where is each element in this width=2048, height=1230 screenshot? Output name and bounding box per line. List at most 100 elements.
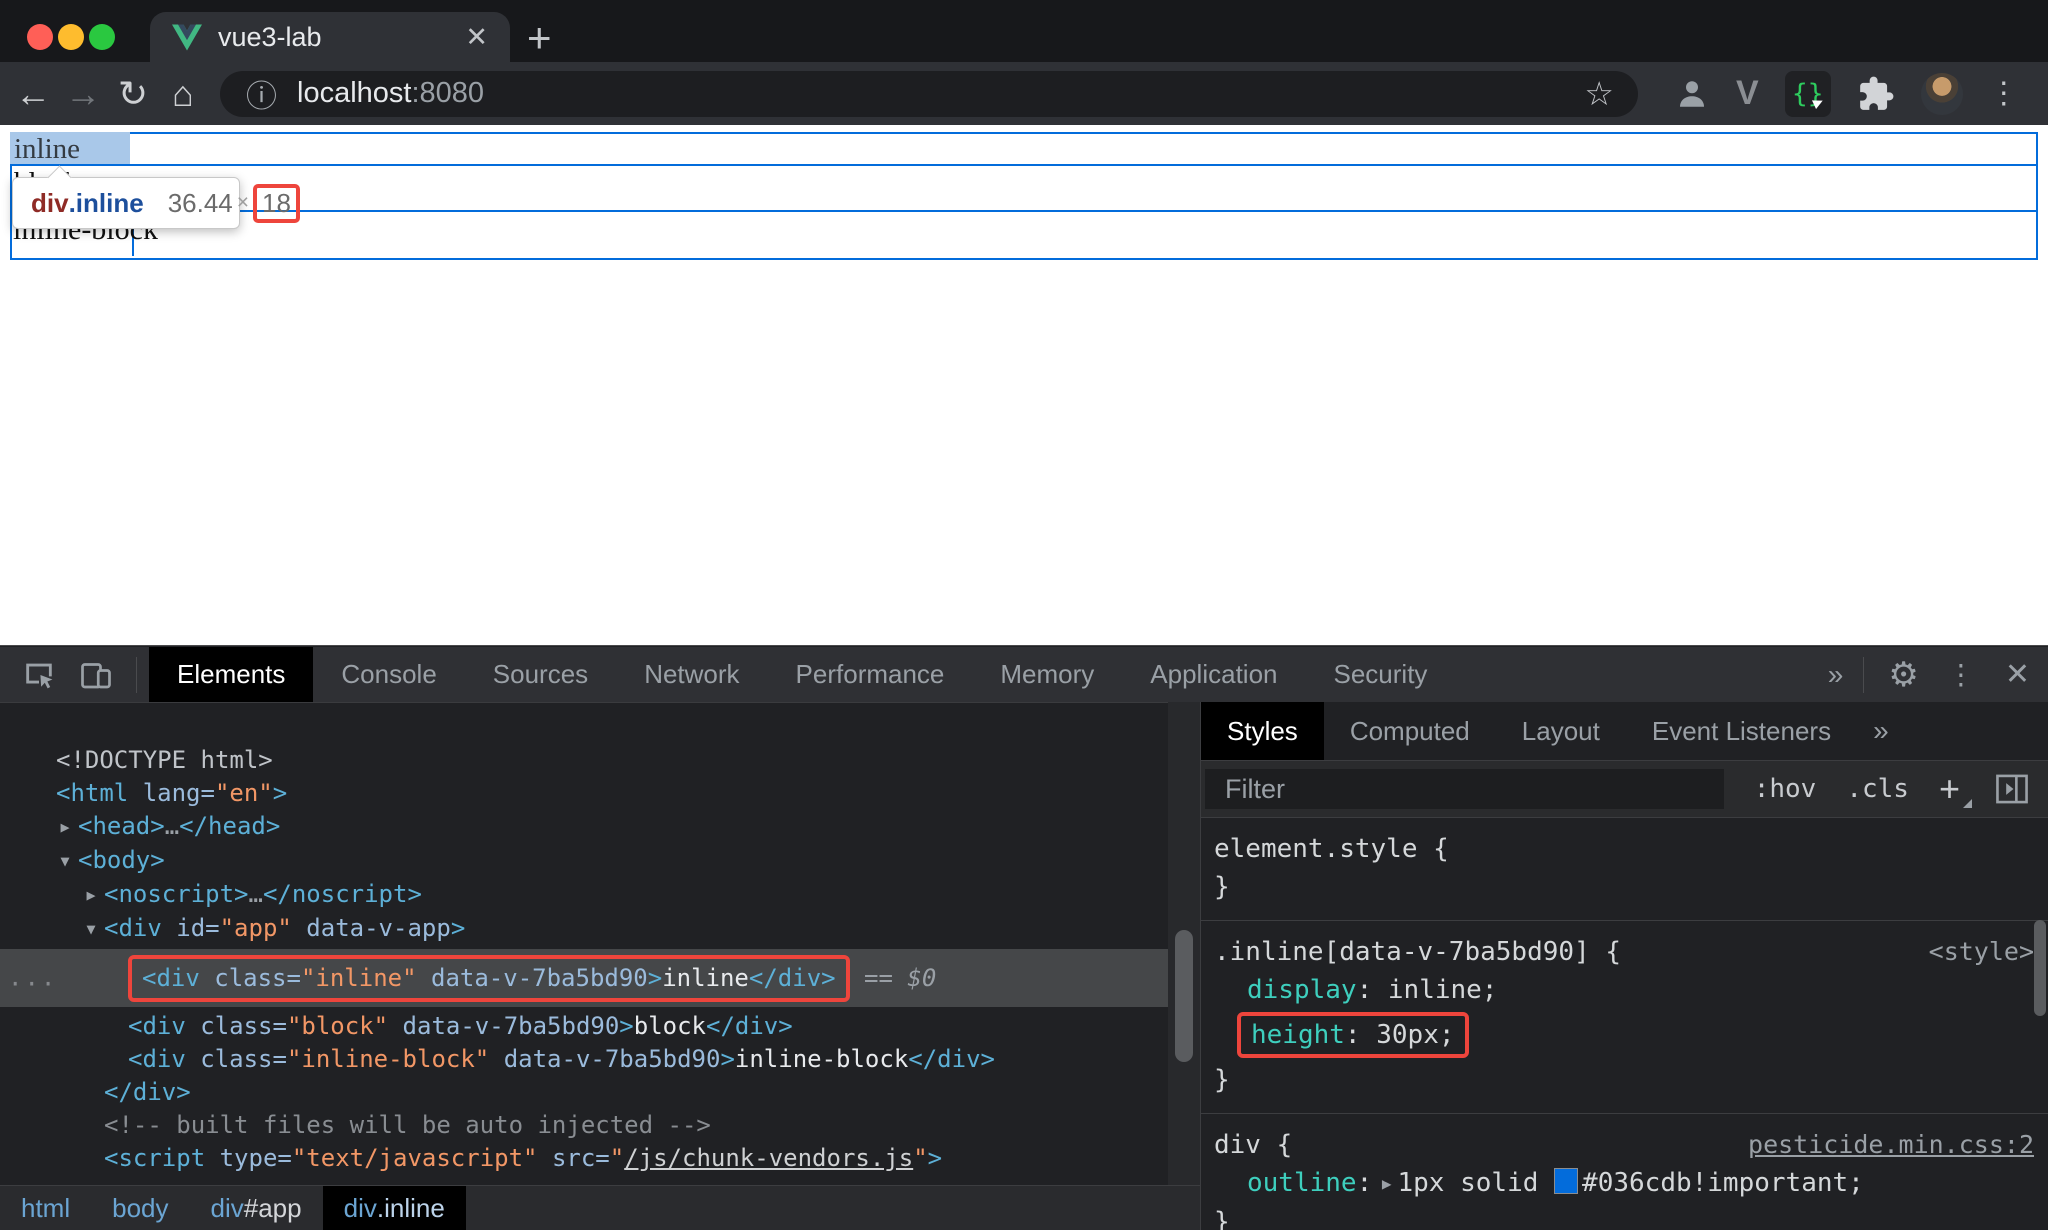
css-property[interactable]: outline: ▶ 1px solid #036cdb!important; [1214, 1164, 2048, 1203]
elements-scrollbar[interactable] [1168, 702, 1200, 1186]
browser-tab[interactable]: vue3-lab ✕ [150, 12, 510, 62]
css-property[interactable]: display: inline; [1214, 971, 2048, 1009]
tree-row[interactable]: </div> [0, 1076, 1168, 1109]
tree-row[interactable]: <html lang="en"> [0, 777, 1168, 810]
disclosure-arrow-icon[interactable]: ▼ [52, 845, 78, 878]
braces-extension-icon[interactable]: {} ▶ [1784, 70, 1831, 117]
style-rule[interactable]: element.style {} [1201, 818, 2048, 921]
tree-row[interactable]: ▶ <head>…</head> [0, 810, 1168, 844]
inline-div-text[interactable]: inline [14, 133, 80, 166]
tree-row[interactable]: ▼ <body> [0, 844, 1168, 878]
tree-row[interactable]: <!DOCTYPE html> [0, 744, 1168, 777]
sidebar-more-icon[interactable]: » [1857, 702, 1905, 760]
stylesheet-link[interactable]: pesticide.min.css:2 [1748, 1130, 2034, 1159]
filter-placeholder: Filter [1225, 773, 1285, 804]
reload-icon[interactable]: ↻ [108, 73, 158, 115]
rule-selector: element.style { [1214, 834, 1449, 864]
traffic-minimize-button[interactable] [58, 24, 84, 50]
devtools: Elements Console Sources Network Performance… [0, 645, 2048, 1230]
disclosure-arrow-icon[interactable]: ▶ [78, 879, 104, 912]
node-options-ellipsis[interactable]: ... [8, 962, 57, 995]
devtools-tab-network[interactable]: Network [616, 647, 767, 702]
pesticide-outline-box [10, 132, 2038, 260]
browser-menu-icon[interactable]: ⋮ [1989, 76, 2019, 111]
devtools-tab-security[interactable]: Security [1306, 647, 1456, 702]
toolbar-divider [136, 656, 137, 693]
page-viewport: inline block inline-block div.inline 36.… [0, 125, 2048, 645]
breadcrumb: html body div #app div .inline [0, 1185, 1200, 1230]
sidebar-tab-styles[interactable]: Styles [1201, 702, 1324, 760]
tooltip-height-annotated: 18 [253, 183, 300, 223]
tooltip-class: .inline [68, 187, 144, 218]
styles-filter-row: Filter :hov .cls + [1201, 761, 2048, 818]
sidebar-tab-layout[interactable]: Layout [1496, 702, 1626, 760]
url-port: :8080 [411, 77, 485, 109]
devtools-tab-console[interactable]: Console [313, 647, 464, 702]
bookmark-star-icon[interactable]: ☆ [1584, 74, 1614, 113]
settings-gear-icon[interactable]: ⚙ [1888, 655, 1918, 695]
styles-sidebar: Styles Computed Layout Event Listeners» Fil… [1200, 702, 2048, 1230]
site-info-icon[interactable]: ⓘ [246, 71, 277, 116]
stylesheet-origin: <style> [1928, 937, 2034, 966]
titlebar: vue3-lab ✕ + [0, 0, 2048, 62]
breadcrumb-item[interactable]: div #app [190, 1186, 323, 1230]
home-icon[interactable]: ⌂ [158, 73, 208, 115]
browser-toolbar: ← → ↻ ⌂ ⓘ localhost:8080 ☆ V {} ▶ ⋮ [0, 62, 2048, 125]
devtools-menu-icon[interactable]: ⋮ [1947, 658, 1975, 691]
devtools-tab-memory[interactable]: Memory [972, 647, 1122, 702]
breadcrumb-item[interactable]: div .inline [322, 1186, 466, 1230]
styles-filter-input[interactable]: Filter [1205, 769, 1724, 809]
more-panels-icon[interactable]: » [1808, 659, 1864, 691]
disclosure-arrow-icon[interactable]: ▼ [78, 913, 104, 946]
inspect-element-icon[interactable] [22, 658, 56, 692]
expand-shorthand-icon[interactable]: ▶ [1372, 1174, 1397, 1193]
scrollbar-thumb[interactable] [1175, 930, 1193, 1062]
tab-title: vue3-lab [218, 21, 322, 52]
devtools-tab-elements[interactable]: Elements [149, 647, 314, 702]
style-rule[interactable]: div {pesticide.min.css:2 outline: ▶ 1px so… [1201, 1114, 2048, 1230]
device-toolbar-icon[interactable] [78, 657, 114, 693]
rule-close-brace: } [1214, 1207, 1230, 1230]
css-property[interactable]: height: 30px; [1214, 1009, 2048, 1061]
breadcrumb-item[interactable]: html [0, 1186, 91, 1230]
tree-row[interactable]: <div class="inline-block" data-v-7ba5bd9… [0, 1043, 1168, 1076]
sidebar-tab-event-listeners[interactable]: Event Listeners [1626, 702, 1857, 760]
disclosure-arrow-icon[interactable]: ▶ [52, 811, 78, 844]
vue-devtools-icon[interactable]: V [1736, 74, 1759, 113]
toggle-hover-state-button[interactable]: :hov [1754, 774, 1817, 804]
style-rules: element.style {} .inline[data-v-7ba5bd90]… [1201, 818, 2048, 1230]
breadcrumb-item[interactable]: body [91, 1186, 189, 1230]
devtools-tab-sources[interactable]: Sources [465, 647, 616, 702]
profile-avatar[interactable] [1920, 72, 1963, 115]
traffic-close-button[interactable] [27, 24, 53, 50]
traffic-zoom-button[interactable] [89, 24, 115, 50]
tooltip-width: 36.44 [167, 187, 233, 218]
forward-icon[interactable]: → [58, 73, 108, 115]
tree-row[interactable]: <script type="text/javascript" src="/js/… [0, 1142, 1168, 1175]
color-swatch[interactable] [1554, 1168, 1579, 1194]
toggle-classes-button[interactable]: .cls [1846, 774, 1909, 804]
back-icon[interactable]: ← [8, 73, 58, 115]
sidebar-toggle-icon[interactable] [1994, 773, 2030, 805]
address-bar[interactable]: ⓘ localhost:8080 ☆ [220, 70, 1638, 117]
tree-row-selected[interactable]: ... <div class="inline" data-v-7ba5bd90>i… [0, 949, 1168, 1007]
puzzle-extensions-icon[interactable] [1857, 75, 1895, 113]
tree-row[interactable]: <!-- built files will be auto injected -… [0, 1109, 1168, 1142]
sidebar-scrollbar-thumb[interactable] [2034, 920, 2046, 1016]
person-extension-icon[interactable] [1674, 76, 1710, 112]
tab-close-icon[interactable]: ✕ [465, 22, 488, 53]
devtools-tab-application[interactable]: Application [1122, 647, 1305, 702]
tree-row[interactable]: ▼ <div id="app" data-v-app> [0, 912, 1168, 946]
elements-panel: <!DOCTYPE html> <html lang="en"> ▶ <head>…<… [0, 702, 1200, 1230]
style-rule[interactable]: .inline[data-v-7ba5bd90] {<style> display… [1201, 921, 2048, 1114]
devtools-toolbar-right: ⚙ ⋮ ✕ [1863, 655, 2030, 695]
tree-row[interactable]: <div class="block" data-v-7ba5bd90>block… [0, 1010, 1168, 1043]
tree-row[interactable]: ▶ <noscript>…</noscript> [0, 878, 1168, 912]
pesticide-divider-2 [10, 210, 2036, 212]
new-tab-button[interactable]: + [527, 14, 552, 62]
devtools-close-icon[interactable]: ✕ [2005, 657, 2030, 692]
sidebar-tab-computed[interactable]: Computed [1324, 702, 1496, 760]
tooltip-times: × [236, 191, 250, 214]
devtools-tab-performance[interactable]: Performance [768, 647, 973, 702]
new-style-rule-button[interactable]: + [1939, 768, 1973, 810]
